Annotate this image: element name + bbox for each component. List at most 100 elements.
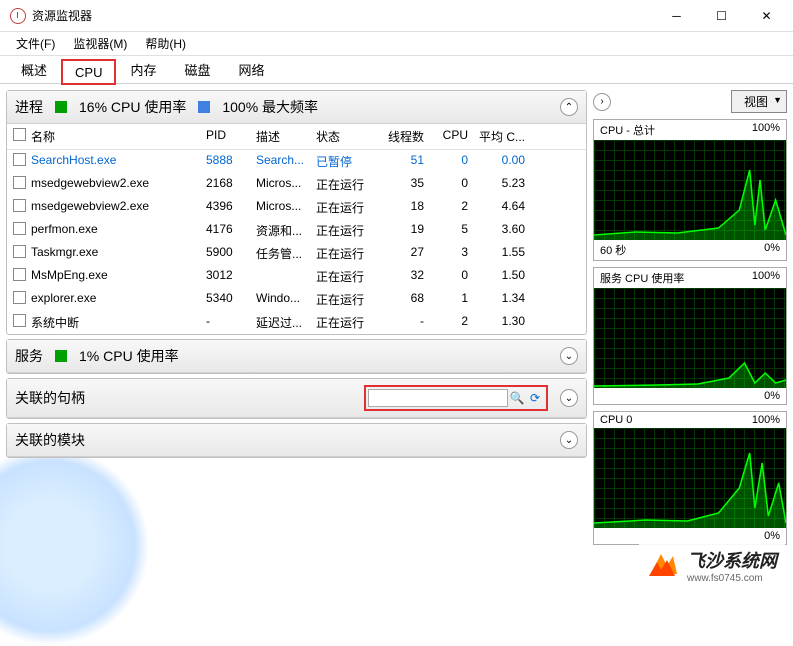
proc-status: 正在运行 bbox=[316, 291, 376, 308]
chart-title: CPU - 总计 bbox=[600, 122, 655, 138]
minimize-button[interactable]: ─ bbox=[654, 1, 699, 31]
handles-search-input[interactable] bbox=[368, 389, 508, 407]
row-checkbox[interactable] bbox=[13, 153, 26, 166]
col-cpu[interactable]: CPU bbox=[436, 128, 476, 145]
tab-cpu[interactable]: CPU bbox=[62, 60, 115, 84]
titlebar: 资源监视器 ─ ☐ ✕ bbox=[0, 0, 793, 32]
window-title: 资源监视器 bbox=[32, 7, 92, 24]
proc-avg: 1.34 bbox=[476, 291, 531, 308]
row-checkbox[interactable] bbox=[13, 176, 26, 189]
processes-header[interactable]: 进程 16% CPU 使用率 100% 最大频率 ⌃ bbox=[7, 91, 586, 124]
row-checkbox[interactable] bbox=[13, 222, 26, 235]
process-row[interactable]: perfmon.exe4176资源和...正在运行1953.60 bbox=[7, 219, 586, 242]
row-checkbox[interactable] bbox=[13, 268, 26, 281]
freq-text: 100% 最大频率 bbox=[222, 97, 318, 117]
menubar: 文件(F) 监视器(M) 帮助(H) bbox=[0, 32, 793, 56]
col-avg[interactable]: 平均 C... bbox=[476, 128, 531, 145]
proc-cpu: 0 bbox=[436, 153, 476, 170]
watermark-url: www.fs0745.com bbox=[687, 573, 777, 584]
process-row[interactable]: Taskmgr.exe5900任务管...正在运行2731.55 bbox=[7, 242, 586, 265]
view-label: 视图 bbox=[744, 95, 768, 109]
proc-desc bbox=[256, 268, 316, 285]
freq-indicator-icon bbox=[198, 101, 210, 113]
col-pid[interactable]: PID bbox=[206, 128, 256, 145]
tab-network[interactable]: 网络 bbox=[226, 55, 278, 83]
chart-footer-right: 0% bbox=[764, 242, 780, 258]
process-row[interactable]: SearchHost.exe5888Search...已暂停5100.00 bbox=[7, 150, 586, 173]
proc-cpu: 0 bbox=[436, 268, 476, 285]
chart-title: CPU 0 bbox=[600, 414, 632, 426]
proc-status: 正在运行 bbox=[316, 199, 376, 216]
proc-name: msedgewebview2.exe bbox=[31, 199, 206, 216]
proc-pid: 5340 bbox=[206, 291, 256, 308]
chart-canvas bbox=[594, 288, 786, 388]
process-row[interactable]: MsMpEng.exe3012正在运行3201.50 bbox=[7, 265, 586, 288]
proc-pid: 4176 bbox=[206, 222, 256, 239]
process-row[interactable]: msedgewebview2.exe4396Micros...正在运行1824.… bbox=[7, 196, 586, 219]
col-desc[interactable]: 描述 bbox=[256, 128, 316, 145]
select-all-checkbox[interactable] bbox=[13, 128, 26, 141]
expand-icon[interactable]: ⌄ bbox=[560, 347, 578, 365]
row-checkbox[interactable] bbox=[13, 199, 26, 212]
search-icon[interactable]: 🔍 bbox=[508, 389, 526, 407]
proc-cpu: 5 bbox=[436, 222, 476, 239]
process-row[interactable]: 系统中断-延迟过...正在运行-21.30 bbox=[7, 311, 586, 334]
proc-desc: 延迟过... bbox=[256, 314, 316, 331]
row-checkbox[interactable] bbox=[13, 291, 26, 304]
modules-section: 关联的模块 ⌄ bbox=[6, 423, 587, 458]
proc-pid: 5900 bbox=[206, 245, 256, 262]
proc-name: perfmon.exe bbox=[31, 222, 206, 239]
process-row[interactable]: msedgewebview2.exe2168Micros...正在运行3505.… bbox=[7, 173, 586, 196]
modules-header[interactable]: 关联的模块 ⌄ bbox=[7, 424, 586, 457]
process-row[interactable]: explorer.exe5340Windo...正在运行6811.34 bbox=[7, 288, 586, 311]
proc-cpu: 0 bbox=[436, 176, 476, 193]
proc-status: 正在运行 bbox=[316, 176, 376, 193]
proc-avg: 3.60 bbox=[476, 222, 531, 239]
proc-status: 正在运行 bbox=[316, 222, 376, 239]
processes-table-header: 名称 PID 描述 状态 线程数 CPU 平均 C... bbox=[7, 124, 586, 150]
proc-avg: 5.23 bbox=[476, 176, 531, 193]
cpu-usage-indicator-icon bbox=[55, 101, 67, 113]
expand-icon[interactable]: ⌄ bbox=[560, 431, 578, 449]
chart-footer-right: 0% bbox=[764, 530, 780, 542]
tab-disk[interactable]: 磁盘 bbox=[171, 55, 223, 83]
proc-avg: 1.55 bbox=[476, 245, 531, 262]
col-status[interactable]: 状态 bbox=[316, 128, 376, 145]
services-header[interactable]: 服务 1% CPU 使用率 ⌄ bbox=[7, 340, 586, 373]
proc-threads: 51 bbox=[376, 153, 436, 170]
row-checkbox[interactable] bbox=[13, 245, 26, 258]
col-name[interactable]: 名称 bbox=[31, 128, 206, 145]
sidebar-expand-icon[interactable]: › bbox=[593, 93, 611, 111]
collapse-icon[interactable]: ⌃ bbox=[560, 98, 578, 116]
close-button[interactable]: ✕ bbox=[744, 1, 789, 31]
row-checkbox[interactable] bbox=[13, 314, 26, 327]
proc-avg: 1.50 bbox=[476, 268, 531, 285]
proc-threads: 32 bbox=[376, 268, 436, 285]
cpu-usage-text: 16% CPU 使用率 bbox=[79, 97, 186, 117]
expand-icon[interactable]: ⌄ bbox=[560, 389, 578, 407]
menu-monitor[interactable]: 监视器(M) bbox=[65, 32, 135, 55]
proc-desc: Windo... bbox=[256, 291, 316, 308]
processes-title: 进程 bbox=[15, 97, 43, 117]
tab-memory[interactable]: 内存 bbox=[117, 55, 169, 83]
refresh-icon[interactable]: ⟳ bbox=[526, 389, 544, 407]
chart-canvas bbox=[594, 428, 786, 528]
view-dropdown[interactable]: 视图 ▼ bbox=[731, 90, 787, 113]
tab-bar: 概述 CPU 内存 磁盘 网络 bbox=[0, 56, 793, 84]
proc-status: 正在运行 bbox=[316, 268, 376, 285]
menu-help[interactable]: 帮助(H) bbox=[137, 32, 194, 55]
proc-threads: 19 bbox=[376, 222, 436, 239]
tab-overview[interactable]: 概述 bbox=[8, 55, 60, 83]
proc-cpu: 2 bbox=[436, 314, 476, 331]
handles-header[interactable]: 关联的句柄 🔍 ⟳ ⌄ bbox=[7, 379, 586, 418]
col-threads[interactable]: 线程数 bbox=[376, 128, 436, 145]
proc-name: explorer.exe bbox=[31, 291, 206, 308]
main-content: 进程 16% CPU 使用率 100% 最大频率 ⌃ 名称 PID 描述 状态 … bbox=[0, 84, 593, 594]
menu-file[interactable]: 文件(F) bbox=[8, 32, 63, 55]
proc-status: 正在运行 bbox=[316, 245, 376, 262]
maximize-button[interactable]: ☐ bbox=[699, 1, 744, 31]
chart-canvas bbox=[594, 140, 786, 240]
services-indicator-icon bbox=[55, 350, 67, 362]
chart-1: 服务 CPU 使用率100%0% bbox=[593, 267, 787, 405]
services-section: 服务 1% CPU 使用率 ⌄ bbox=[6, 339, 587, 374]
